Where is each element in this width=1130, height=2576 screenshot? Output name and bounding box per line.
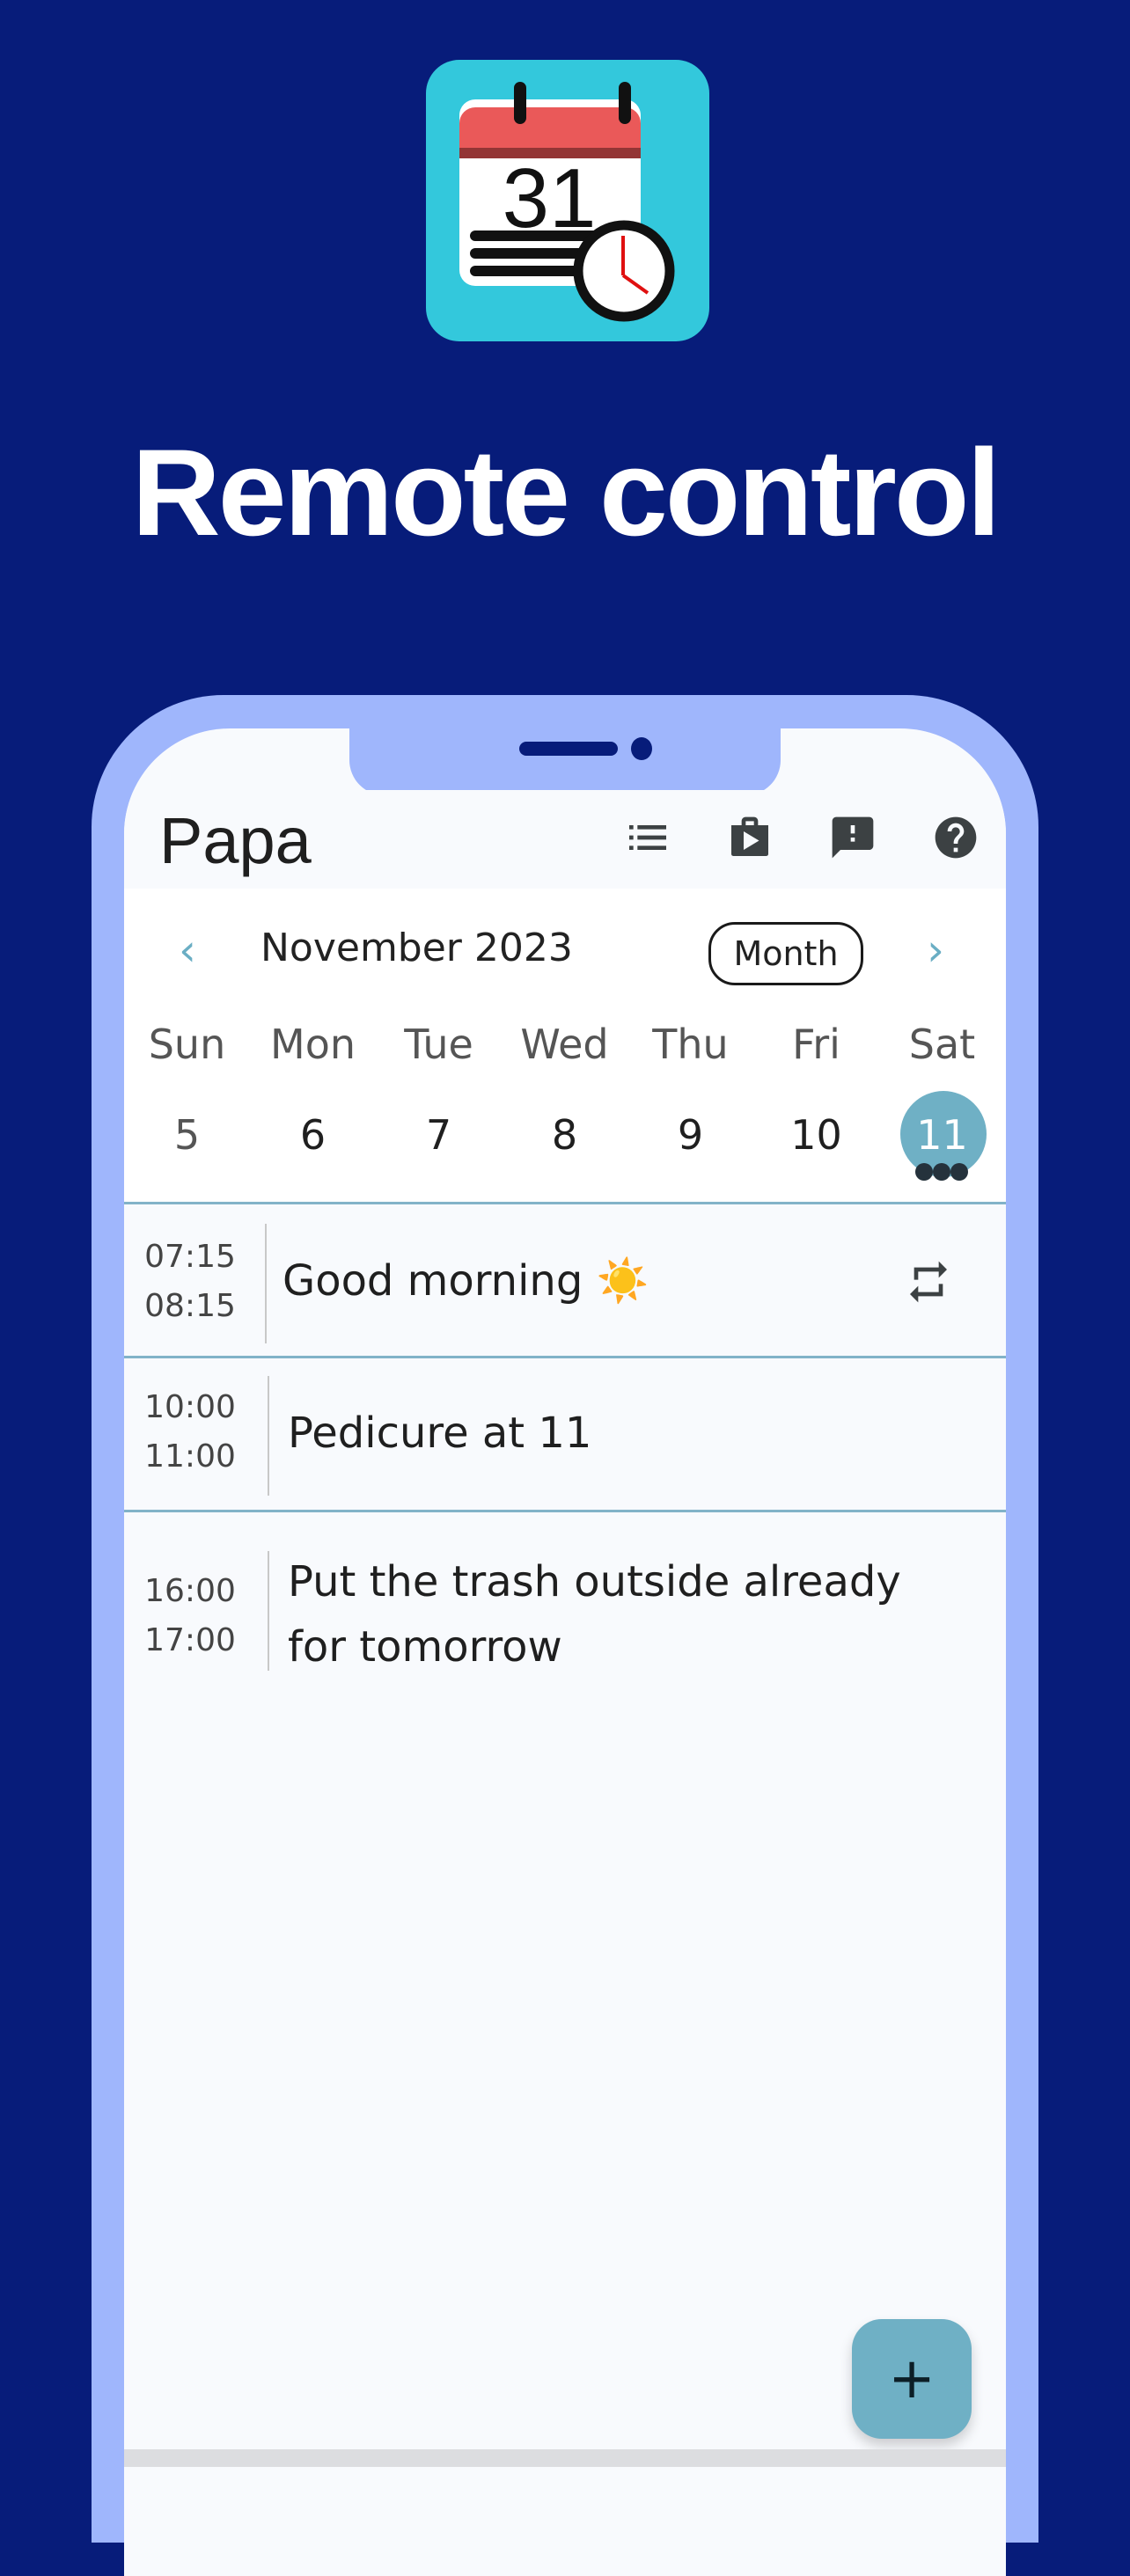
event-end-time: 17:00 bbox=[144, 1622, 236, 1658]
view-mode-button[interactable]: Month bbox=[708, 922, 863, 985]
app-screen: Papa ‹ November 2023 Month › Sun Mon Tue bbox=[124, 728, 1006, 2576]
event-dots-indicator bbox=[915, 1163, 972, 1181]
event-start-time: 10:00 bbox=[144, 1389, 236, 1425]
date-cell[interactable]: 6 bbox=[250, 1091, 376, 1179]
divider bbox=[268, 1376, 269, 1496]
weekday-label: Mon bbox=[270, 1021, 356, 1068]
event-title: Pedicure at 11 bbox=[288, 1409, 592, 1458]
app-header: Papa bbox=[124, 790, 1006, 889]
event-times: 16:00 17:00 bbox=[124, 1567, 256, 1665]
event-start-time: 07:15 bbox=[144, 1239, 236, 1275]
event-end-time: 08:15 bbox=[144, 1288, 236, 1324]
date-cell[interactable]: 10 bbox=[753, 1091, 879, 1179]
date-cell[interactable]: 8 bbox=[502, 1091, 627, 1179]
event-item[interactable]: 16:00 17:00 Put the trash outside alread… bbox=[124, 1512, 1006, 1706]
event-times: 07:15 08:15 bbox=[124, 1233, 256, 1331]
date-row: 5 6 7 8 9 10 11 bbox=[124, 1091, 1006, 1179]
event-dot bbox=[933, 1163, 950, 1181]
app-icon: 31 bbox=[426, 60, 709, 341]
speaker-icon bbox=[519, 742, 618, 756]
weekday-label: Thu bbox=[652, 1021, 729, 1068]
month-label[interactable]: November 2023 bbox=[260, 926, 573, 970]
weekday-label: Fri bbox=[792, 1021, 840, 1068]
weekday-label: Tue bbox=[404, 1021, 473, 1068]
event-start-time: 16:00 bbox=[144, 1573, 236, 1609]
promo-headline: Remote control bbox=[131, 423, 1002, 561]
calendar-title: Papa bbox=[159, 804, 312, 877]
divider bbox=[268, 1551, 269, 1671]
feedback-icon[interactable] bbox=[828, 813, 877, 862]
event-times: 10:00 11:00 bbox=[124, 1383, 256, 1482]
event-item[interactable]: 10:00 11:00 Pedicure at 11 bbox=[124, 1358, 1006, 1512]
divider bbox=[265, 1224, 267, 1343]
shop-play-icon[interactable] bbox=[725, 813, 774, 862]
date-cell[interactable]: 5 bbox=[124, 1091, 250, 1179]
weekday-label: Sun bbox=[148, 1021, 226, 1068]
date-cell[interactable]: 7 bbox=[376, 1091, 502, 1179]
week-calendar: ‹ November 2023 Month › Sun Mon Tue Wed … bbox=[124, 889, 1006, 1204]
prev-week-button[interactable]: ‹ bbox=[179, 924, 196, 977]
phone-notch bbox=[349, 728, 781, 795]
bottom-edge bbox=[124, 2449, 1006, 2467]
weekday-label: Sat bbox=[908, 1021, 976, 1068]
next-week-button[interactable]: › bbox=[927, 924, 944, 977]
repeat-icon bbox=[904, 1257, 953, 1306]
phone-frame: Papa ‹ November 2023 Month › Sun Mon Tue bbox=[92, 695, 1038, 2576]
event-dot bbox=[915, 1163, 933, 1181]
event-title: Put the trash outside already for tomorr… bbox=[288, 1557, 901, 1672]
event-title: Good morning ☀️ bbox=[282, 1256, 649, 1306]
list-icon[interactable] bbox=[623, 813, 672, 862]
camera-icon bbox=[631, 737, 652, 760]
help-icon[interactable] bbox=[931, 813, 980, 862]
event-item[interactable]: 07:15 08:15 Good morning ☀️ bbox=[124, 1204, 1006, 1358]
add-event-button[interactable]: + bbox=[852, 2319, 972, 2439]
event-dot bbox=[950, 1163, 968, 1181]
weekday-row: Sun Mon Tue Wed Thu Fri Sat bbox=[124, 1021, 1006, 1073]
weekday-label: Wed bbox=[520, 1021, 609, 1068]
event-end-time: 11:00 bbox=[144, 1438, 236, 1475]
date-cell[interactable]: 9 bbox=[627, 1091, 753, 1179]
